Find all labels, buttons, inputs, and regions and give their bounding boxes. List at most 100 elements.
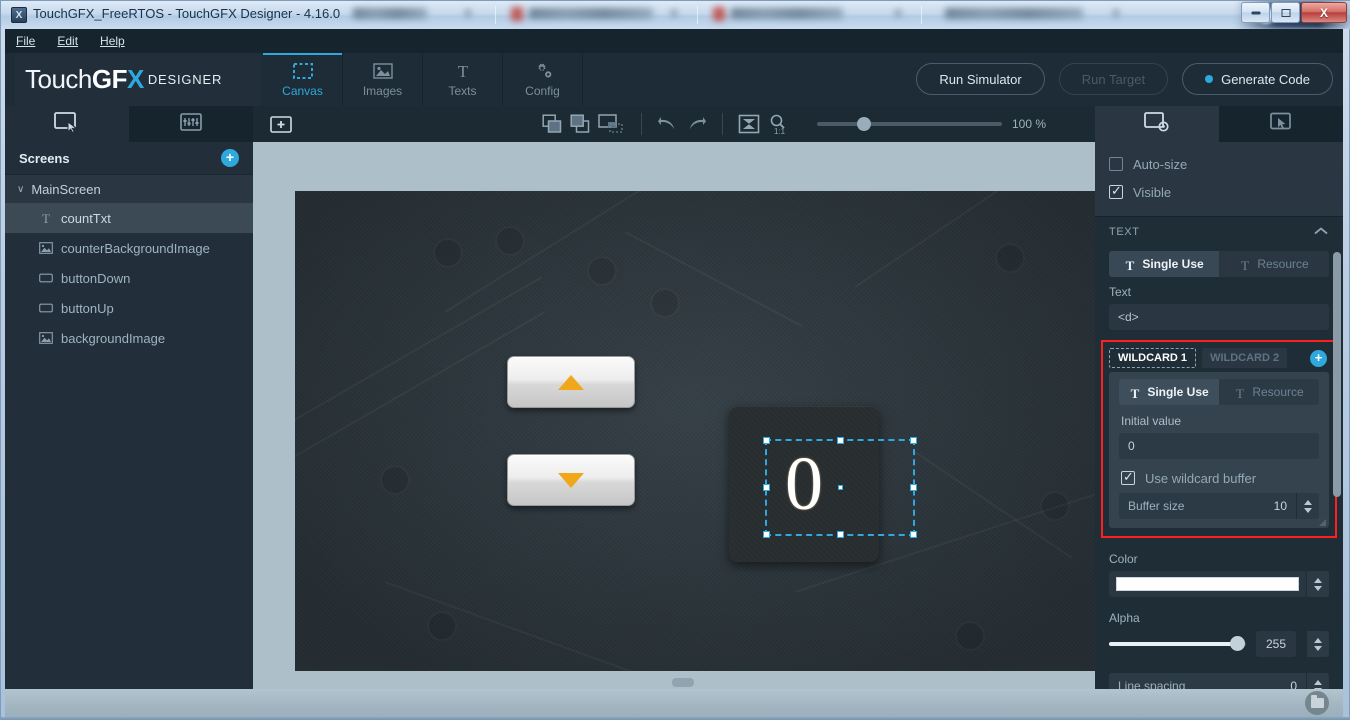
obscured-tab[interactable] [935,5,1131,25]
buffer-size-input[interactable]: Buffer size 10 [1119,493,1296,519]
canvas-widget-buttondown[interactable] [507,454,635,506]
tray-folder-button[interactable] [1305,691,1329,715]
use-wildcard-buffer-row[interactable]: Use wildcard buffer [1109,465,1329,491]
text-section-header[interactable]: TEXT [1095,217,1343,247]
color-swatch[interactable] [1109,571,1306,597]
obscured-tab[interactable] [713,5,913,25]
visible-row[interactable]: Visible [1095,178,1343,206]
zoom-one-to-one-icon[interactable]: 1:1 [763,111,793,137]
tree-item-buttondown[interactable]: buttonDown [5,263,253,293]
wildcard-tab-1[interactable]: WILDCARD 1 [1109,348,1196,368]
alpha-stepper[interactable] [1306,631,1329,657]
alpha-slider[interactable] [1109,642,1246,646]
tree-item-backgroundimage[interactable]: backgroundImage [5,323,253,353]
canvas-viewport[interactable]: 0 [253,142,1095,689]
menu-item-edit[interactable]: Edit [46,29,89,53]
tab-canvas[interactable]: Canvas [263,53,343,106]
color-stepper[interactable] [1306,571,1329,597]
right-panel-scrollbar-thumb[interactable] [1333,252,1341,497]
move-handle-center[interactable] [838,485,843,490]
stepper-up-icon[interactable] [1314,680,1322,685]
snap-icon[interactable] [595,111,629,137]
minimize-button[interactable] [1241,2,1270,23]
resize-handle-ne[interactable] [910,437,917,444]
right-tab-interactions[interactable] [1219,106,1343,142]
run-target-button[interactable]: Run Target [1059,63,1168,95]
chevron-up-icon[interactable] [1313,223,1329,241]
redo-icon[interactable] [682,111,710,137]
resize-handle-nw[interactable] [763,437,770,444]
text-mode-single-use[interactable]: T Single Use [1109,251,1219,277]
send-to-back-icon[interactable] [567,111,595,137]
wildcard-mode-single-use[interactable]: T Single Use [1119,379,1219,405]
obscured-browser-tabs [353,1,1233,29]
add-screen-toolbar-button[interactable] [267,111,295,137]
tree-item-counttxt[interactable]: T countTxt [5,203,253,233]
close-button[interactable]: X [1301,2,1347,23]
resize-handle-e[interactable] [910,484,917,491]
chevron-down-icon[interactable]: ∨ [17,184,24,195]
wildcard-mode-resource[interactable]: T Resource [1219,379,1319,405]
resize-handle-w[interactable] [763,484,770,491]
wildcard-tab-2[interactable]: WILDCARD 2 [1202,348,1287,368]
device-screen[interactable]: 0 [295,191,1095,671]
auto-size-checkbox[interactable] [1109,157,1123,171]
fit-to-screen-icon[interactable] [735,111,763,137]
canvas-area: 1:1 100 % [253,106,1095,689]
undo-icon[interactable] [654,111,682,137]
obscured-tab[interactable] [511,5,689,25]
add-screen-button[interactable]: + [221,149,239,167]
zoom-slider[interactable] [817,122,1002,126]
text-value-input[interactable]: <d> [1109,304,1329,330]
resize-grip-icon[interactable] [1319,519,1326,526]
resize-handle-n[interactable] [837,437,844,444]
stepper-down-icon[interactable] [1314,586,1322,591]
line-spacing-input[interactable]: Line spacing 0 [1109,673,1306,689]
bring-to-front-icon[interactable] [539,111,567,137]
stepper-up-icon[interactable] [1314,578,1322,583]
canvas-scrollbar-thumb[interactable] [672,678,694,687]
visible-checkbox[interactable] [1109,185,1123,199]
add-wildcard-button[interactable]: + [1310,350,1327,367]
zoom-slider-knob[interactable] [857,117,871,131]
alpha-value-input[interactable]: 255 [1256,631,1296,657]
run-simulator-button[interactable]: Run Simulator [916,63,1044,95]
menu-item-file[interactable]: File [5,29,46,53]
generate-code-button[interactable]: Generate Code [1182,63,1333,95]
resize-handle-se[interactable] [910,531,917,538]
alpha-slider-knob[interactable] [1230,636,1245,651]
tab-texts[interactable]: T Texts [423,53,503,106]
menu-item-help[interactable]: Help [89,29,136,53]
tree-root-label: MainScreen [31,182,100,197]
left-panel-tabs [5,106,253,142]
use-wildcard-buffer-checkbox[interactable] [1121,471,1135,485]
canvas-horizontal-scrollbar[interactable] [253,675,1095,689]
buffer-size-stepper[interactable] [1296,493,1319,519]
tree-item-buttonup[interactable]: buttonUp [5,293,253,323]
auto-size-row[interactable]: Auto-size [1095,150,1343,178]
tab-config[interactable]: Config [503,53,583,106]
tab-images[interactable]: Images [343,53,423,106]
stepper-down-icon[interactable] [1304,508,1312,513]
canvas-widget-buttonup[interactable] [507,356,635,408]
line-spacing-stepper[interactable] [1306,673,1329,689]
tree-item-counterbackgroundimage[interactable]: counterBackgroundImage [5,233,253,263]
tree-root-mainscreen[interactable]: ∨ MainScreen [5,175,253,203]
stepper-up-icon[interactable] [1314,638,1322,643]
maximize-button[interactable] [1271,2,1300,23]
stepper-up-icon[interactable] [1304,500,1312,505]
resize-handle-sw[interactable] [763,531,770,538]
text-mode-resource[interactable]: T Resource [1219,251,1329,277]
obscured-tab[interactable] [353,5,483,25]
left-tab-screens[interactable] [5,106,129,142]
selection-box[interactable] [765,439,915,536]
initial-value-input[interactable]: 0 [1119,433,1319,459]
stepper-down-icon[interactable] [1314,646,1322,651]
screen-vignette [295,191,1095,671]
right-tab-properties[interactable] [1095,106,1219,142]
main-tab-bar: Canvas Images T Texts [263,53,583,106]
alpha-slider-fill [1109,642,1235,646]
right-panel-scrollbar[interactable] [1333,142,1341,689]
resize-handle-s[interactable] [837,531,844,538]
left-tab-mixins[interactable] [129,106,253,142]
